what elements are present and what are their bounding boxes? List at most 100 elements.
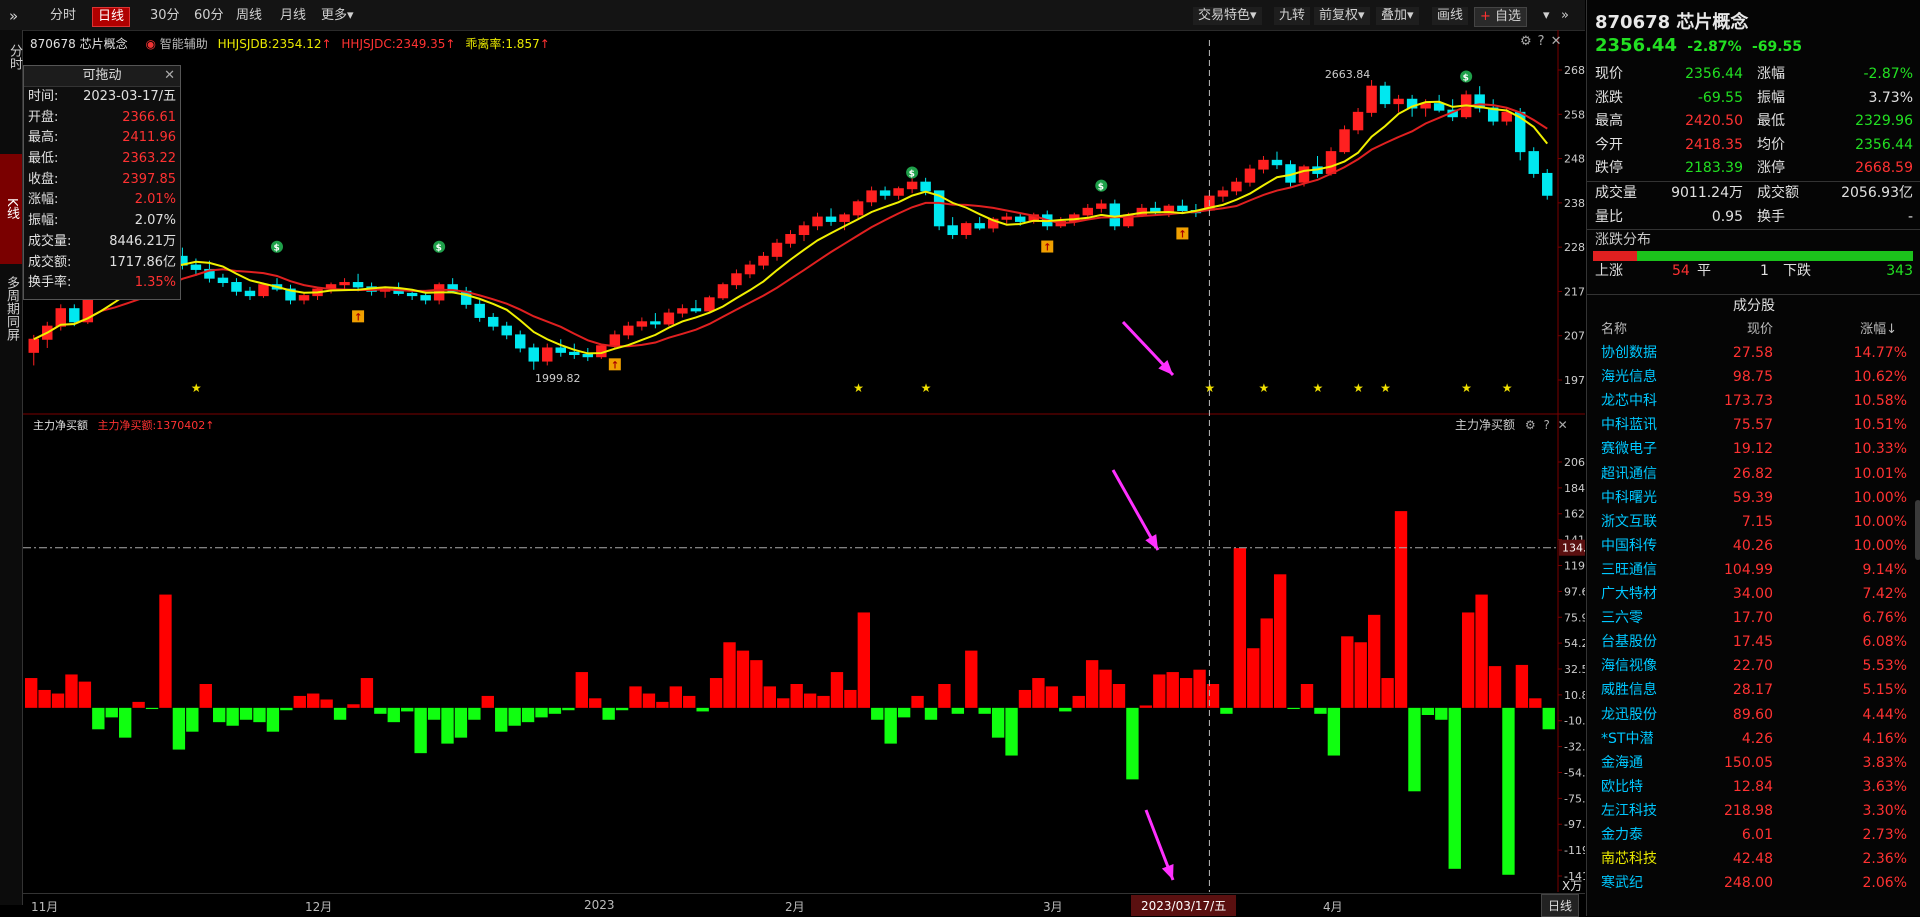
stock-name[interactable]: 浙文互联 (1601, 511, 1657, 534)
helper-toggle[interactable]: ◉ 智能辅助 (145, 37, 207, 51)
period-tab-3[interactable]: 60分 (189, 7, 229, 25)
stock-name[interactable]: 中科曙光 (1601, 487, 1657, 510)
stock-name[interactable]: 海信视像 (1601, 655, 1657, 678)
close-icon[interactable]: ✕ (164, 66, 175, 86)
net-buy-bar (696, 707, 709, 712)
stock-name[interactable]: 南芯科技 (1601, 848, 1657, 871)
stock-row[interactable]: 三旺通信 104.99 9.14% (1587, 559, 1920, 582)
col-change[interactable]: 涨幅↓ (1860, 318, 1897, 341)
info-row: 涨幅: 2.01% (24, 190, 180, 211)
stock-name[interactable]: 台基股份 (1601, 631, 1657, 654)
close-icon[interactable]: ✕ (1558, 418, 1568, 432)
stock-name[interactable]: 金力泰 (1601, 824, 1643, 847)
high-annotation: 2663.84 (1325, 68, 1371, 81)
date-label: 3月 (1043, 900, 1063, 914)
stock-name[interactable]: 中科蓝讯 (1601, 414, 1657, 437)
gear-icon[interactable]: ⚙ (1520, 34, 1538, 49)
stock-name[interactable]: 广大特材 (1601, 583, 1657, 606)
period-tab-5[interactable]: 月线 (275, 7, 311, 25)
dropdown-arrow-icon[interactable]: ▾ (1538, 7, 1555, 25)
stat-label: 今开 (1595, 136, 1623, 153)
stock-row[interactable]: 龙迅股份 89.60 4.44% (1587, 704, 1920, 727)
stock-name[interactable]: 三旺通信 (1601, 559, 1657, 582)
stock-row[interactable]: 金力泰 6.01 2.73% (1587, 824, 1920, 847)
stock-row[interactable]: 左江科技 218.98 3.30% (1587, 800, 1920, 823)
stock-name[interactable]: 寒武纪 (1601, 872, 1643, 895)
stock-name[interactable]: 超讯通信 (1601, 463, 1657, 486)
net-buy-bar (857, 612, 871, 708)
stock-row[interactable]: 中科曙光 59.39 10.00% (1587, 487, 1920, 510)
stock-name[interactable]: 欧比特 (1601, 776, 1643, 799)
stock-row[interactable]: 超讯通信 26.82 10.01% (1587, 463, 1920, 486)
stock-name[interactable]: 海光信息 (1601, 366, 1657, 389)
period-tab-2[interactable]: 30分 (145, 7, 185, 25)
stock-name[interactable]: 中国科传 (1601, 535, 1657, 558)
stock-row[interactable]: 南芯科技 42.48 2.36% (1587, 848, 1920, 871)
net-buy-bar (938, 683, 951, 708)
candle (1339, 125, 1350, 154)
net-buy-bar-chart[interactable]: 206.19184.49162.79141.10119.3997.6875.98… (25, 456, 1585, 892)
stock-name[interactable]: 龙迅股份 (1601, 704, 1657, 727)
stock-row[interactable]: 海信视像 22.70 5.53% (1587, 655, 1920, 678)
sell-signal-icon: $ (433, 240, 446, 254)
stock-name[interactable]: 左江科技 (1601, 800, 1657, 823)
candle (798, 221, 810, 242)
stock-row[interactable]: 广大特材 34.00 7.42% (1587, 583, 1920, 606)
period-tab-0[interactable]: 分时 (45, 7, 81, 25)
stock-row[interactable]: 浙文互联 7.15 10.00% (1587, 511, 1920, 534)
toolbar-tool-3[interactable]: 叠加▾ (1376, 7, 1419, 25)
stock-row[interactable]: 中国科传 40.26 10.00% (1587, 535, 1920, 558)
toolbar-tool-0[interactable]: 交易特色▾ (1193, 7, 1262, 25)
toolbar-tool-1[interactable]: 九转 (1274, 7, 1311, 25)
stock-row[interactable]: 寒武纪 248.00 2.06% (1587, 872, 1920, 895)
gear-icon[interactable]: ⚙ (1525, 418, 1536, 432)
stock-name[interactable]: *ST中潜 (1601, 728, 1653, 751)
stock-name[interactable]: 三六零 (1601, 607, 1643, 630)
stock-change: 2.06% (1862, 875, 1907, 892)
stock-name[interactable]: 金海通 (1601, 752, 1643, 775)
info-box-header[interactable]: 可拖动 ✕ (24, 66, 180, 87)
stock-row[interactable]: 龙芯中科 173.73 10.58% (1587, 390, 1920, 413)
close-icon[interactable]: ✕ (1551, 34, 1568, 49)
tab-multi-period[interactable]: 多周期同屏 (0, 244, 22, 372)
stock-name[interactable]: 威胜信息 (1601, 679, 1657, 702)
toolbar-tool-4[interactable]: 画线 (1432, 7, 1469, 25)
stock-name[interactable]: 协创数据 (1601, 342, 1657, 365)
double-chevron-right-icon[interactable]: » (4, 7, 23, 25)
tab-fenshi[interactable]: 分时 (0, 38, 22, 76)
stat-value: 2356.44 (1855, 136, 1913, 153)
stock-row[interactable]: 中科蓝讯 75.57 10.51% (1587, 414, 1920, 437)
period-tab-6[interactable]: 更多▾ (316, 7, 359, 25)
stock-row[interactable]: 三六零 17.70 6.76% (1587, 607, 1920, 630)
stock-price: 248.00 (1724, 875, 1773, 892)
stock-row[interactable]: 协创数据 27.58 14.77% (1587, 342, 1920, 365)
stat-value: -69.55 (1697, 89, 1743, 106)
period-tab-4[interactable]: 周线 (231, 7, 267, 25)
stock-row[interactable]: 金海通 150.05 3.83% (1587, 752, 1920, 775)
period-tab-1[interactable]: 日线 (92, 7, 131, 27)
help-icon[interactable]: ? (1538, 34, 1551, 49)
stock-row[interactable]: 欧比特 12.84 3.63% (1587, 776, 1920, 799)
stock-row[interactable]: 赛微电子 19.12 10.33% (1587, 438, 1920, 461)
stock-row[interactable]: 威胜信息 28.17 5.15% (1587, 679, 1920, 702)
up-arrow-icon: ↑ (445, 37, 456, 51)
chart-canvas[interactable]: 2687.06 2585.56 2484.07 2382.58 2281.08 2179.… (23, 30, 1585, 892)
candlestick-chart[interactable]: 2687.06 2585.56 2484.07 2382.58 2281.08 2179.… (28, 64, 1585, 395)
annotation-arrow-icon (1144, 809, 1175, 881)
double-chevron-right-icon[interactable]: » (1556, 7, 1574, 25)
draggable-info-box[interactable]: 可拖动 ✕ 时间: 2023-03-17/五 开盘: 2366.61 最高: 2411.96… (23, 65, 181, 300)
candle (650, 313, 661, 329)
y-tick-label: 54.28 (1564, 637, 1585, 650)
col-name[interactable]: 名称 (1601, 318, 1627, 341)
stock-row[interactable]: 海光信息 98.75 10.62% (1587, 366, 1920, 389)
toolbar-tool-2[interactable]: 前复权▾ (1314, 7, 1370, 25)
stock-row[interactable]: *ST中潜 4.26 4.16% (1587, 728, 1920, 751)
stock-name[interactable]: 赛微电子 (1601, 438, 1657, 461)
watchlist-button[interactable]: + 自选 (1474, 7, 1528, 27)
scrollbar[interactable] (1915, 500, 1920, 560)
help-icon[interactable]: ? (1543, 418, 1549, 432)
stock-row[interactable]: 台基股份 17.45 6.08% (1587, 631, 1920, 654)
col-price[interactable]: 现价 (1747, 318, 1773, 341)
stock-name[interactable]: 龙芯中科 (1601, 390, 1657, 413)
period-mode-label[interactable]: 日线 (1541, 894, 1580, 917)
